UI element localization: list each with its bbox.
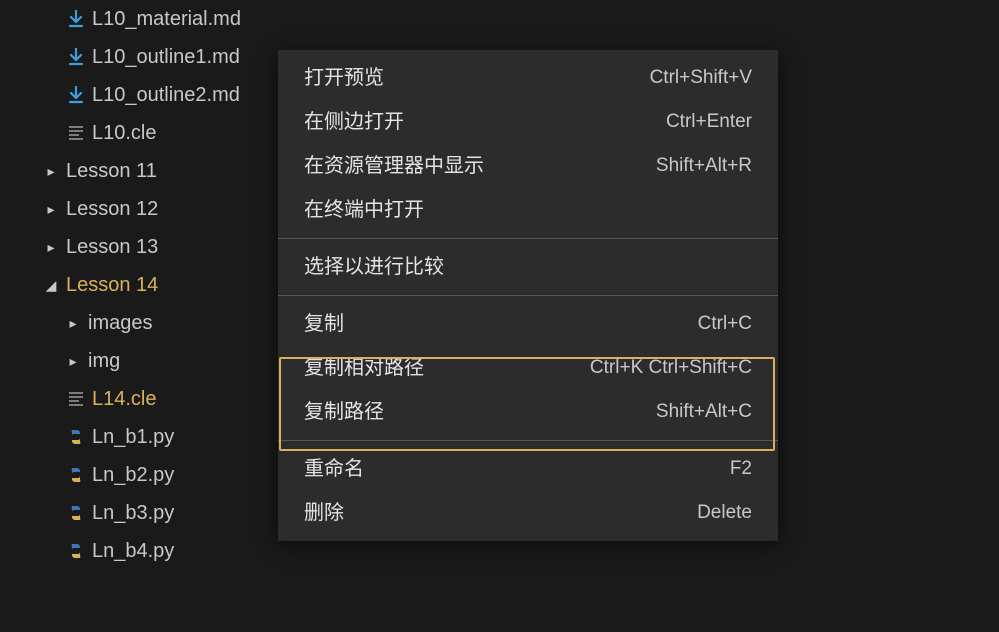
- chevron-down-icon: ◢: [44, 266, 58, 304]
- menu-separator: [278, 295, 778, 296]
- markdown-file-icon: [66, 47, 86, 67]
- python-file-icon: [66, 427, 86, 447]
- tree-item-label: L10_material.md: [92, 0, 241, 38]
- markdown-file-icon: [66, 85, 86, 105]
- cle-file-icon: [66, 123, 86, 143]
- menu-item-shortcut: Shift+Alt+R: [656, 152, 752, 180]
- tree-item-label: Ln_b2.py: [92, 456, 174, 494]
- menu-item-reveal-in-explorer[interactable]: 在资源管理器中显示 Shift+Alt+R: [278, 144, 778, 188]
- tree-item-label: Ln_b1.py: [92, 418, 174, 456]
- tree-item-label: Lesson 13: [66, 228, 158, 266]
- menu-separator: [278, 440, 778, 441]
- tree-item-label: L14.cle: [92, 380, 157, 418]
- menu-item-shortcut: Ctrl+Shift+V: [650, 64, 752, 92]
- tree-file-md[interactable]: L10_material.md: [0, 0, 480, 38]
- context-menu: 打开预览 Ctrl+Shift+V 在侧边打开 Ctrl+Enter 在资源管理…: [278, 50, 778, 541]
- menu-item-shortcut: F2: [730, 455, 752, 483]
- menu-item-copy[interactable]: 复制 Ctrl+C: [278, 302, 778, 346]
- menu-item-shortcut: Delete: [697, 499, 752, 527]
- tree-item-label: images: [88, 304, 152, 342]
- tree-item-label: Lesson 11: [66, 152, 157, 190]
- chevron-right-icon: ▸: [44, 152, 58, 190]
- tree-item-label: L10.cle: [92, 114, 157, 152]
- menu-item-label: 打开预览: [304, 64, 384, 92]
- menu-item-shortcut: Ctrl+K Ctrl+Shift+C: [590, 354, 752, 382]
- menu-item-label: 复制: [304, 310, 344, 338]
- tree-item-label: Ln_b3.py: [92, 494, 174, 532]
- tree-item-label: L10_outline2.md: [92, 76, 240, 114]
- menu-item-copy-path[interactable]: 复制路径 Shift+Alt+C: [278, 390, 778, 434]
- tree-item-label: Lesson 14: [66, 266, 158, 304]
- menu-item-label: 在侧边打开: [304, 108, 404, 136]
- menu-item-select-for-compare[interactable]: 选择以进行比较: [278, 245, 778, 289]
- chevron-right-icon: ▸: [66, 342, 80, 380]
- menu-item-label: 复制相对路径: [304, 354, 424, 382]
- menu-item-copy-relative-path[interactable]: 复制相对路径 Ctrl+K Ctrl+Shift+C: [278, 346, 778, 390]
- menu-item-open-to-side[interactable]: 在侧边打开 Ctrl+Enter: [278, 100, 778, 144]
- chevron-right-icon: ▸: [44, 190, 58, 228]
- menu-item-shortcut: Shift+Alt+C: [656, 398, 752, 426]
- menu-item-label: 在终端中打开: [304, 196, 424, 224]
- menu-item-open-preview[interactable]: 打开预览 Ctrl+Shift+V: [278, 56, 778, 100]
- menu-item-open-in-terminal[interactable]: 在终端中打开: [278, 188, 778, 232]
- menu-item-label: 复制路径: [304, 398, 384, 426]
- menu-item-label: 选择以进行比较: [304, 253, 444, 281]
- tree-item-label: img: [88, 342, 120, 380]
- menu-item-label: 重命名: [304, 455, 364, 483]
- menu-item-rename[interactable]: 重命名 F2: [278, 447, 778, 491]
- menu-item-shortcut: Ctrl+C: [698, 310, 752, 338]
- python-file-icon: [66, 541, 86, 561]
- tree-item-label: Ln_b4.py: [92, 532, 174, 570]
- menu-item-delete[interactable]: 删除 Delete: [278, 491, 778, 535]
- menu-item-label: 在资源管理器中显示: [304, 152, 484, 180]
- menu-item-shortcut: Ctrl+Enter: [666, 108, 752, 136]
- python-file-icon: [66, 503, 86, 523]
- tree-item-label: Lesson 12: [66, 190, 158, 228]
- chevron-right-icon: ▸: [66, 304, 80, 342]
- menu-separator: [278, 238, 778, 239]
- markdown-file-icon: [66, 9, 86, 29]
- chevron-right-icon: ▸: [44, 228, 58, 266]
- menu-item-label: 删除: [304, 499, 344, 527]
- tree-item-label: L10_outline1.md: [92, 38, 240, 76]
- python-file-icon: [66, 465, 86, 485]
- cle-file-icon: [66, 389, 86, 409]
